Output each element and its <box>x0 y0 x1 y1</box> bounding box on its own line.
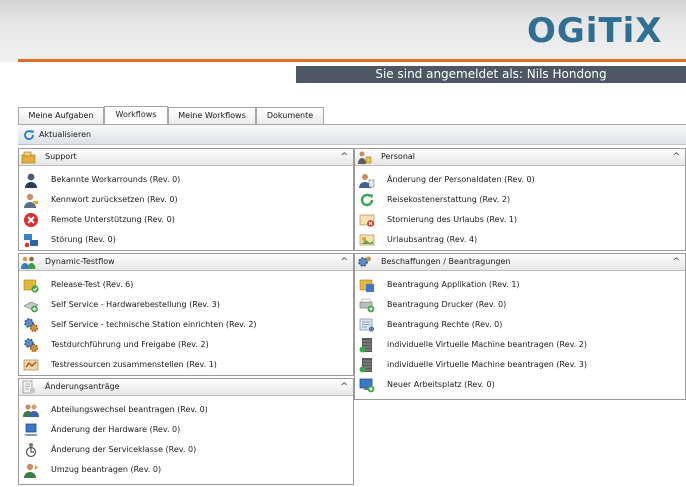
users-transfer-icon <box>23 402 39 418</box>
workstation-add-icon <box>359 377 375 393</box>
service-class-icon <box>23 442 39 458</box>
header-accent-rule <box>18 59 686 62</box>
panel-header-personal[interactable]: Personal ^ <box>355 149 685 166</box>
application-request-icon <box>359 277 375 293</box>
user-move-icon <box>23 462 39 478</box>
collapse-icon[interactable]: ^ <box>672 149 680 165</box>
panel-beschaffungen: Beschaffungen / Beantragungen ^ Beantrag… <box>354 253 686 400</box>
gears-icon <box>23 317 39 333</box>
user-key-icon <box>23 192 39 208</box>
login-status-bar: Sie sind angemeldet als: Nils Hondong <box>296 66 686 83</box>
refresh-icon <box>23 129 35 141</box>
server-stack-icon <box>359 357 375 373</box>
panel-header-beschaffungen[interactable]: Beschaffungen / Beantragungen ^ <box>355 254 685 271</box>
laptop-icon <box>23 422 39 438</box>
panel-aenderungsantraege: Änderungsanträge ^ Abteilungswechsel bea… <box>18 378 354 485</box>
rights-request-icon <box>359 317 375 333</box>
refresh-label: Aktualisieren <box>39 130 92 139</box>
refund-icon <box>359 192 375 208</box>
collapse-icon[interactable]: ^ <box>340 149 348 165</box>
vacation-request-icon <box>359 232 375 248</box>
network-issue-icon <box>23 232 39 248</box>
panel-personal: Personal ^ Änderung der Personaldaten (R… <box>354 148 686 251</box>
ogitix-logo: OGiTiX <box>527 12 663 50</box>
panel-title: Beschaffungen / Beantragungen <box>381 257 511 266</box>
personnel-icon <box>357 150 372 164</box>
resources-icon <box>23 357 39 373</box>
panel-dynamic-testflow: Dynamic-Testflow ^ Release-Test (Rev. 6)… <box>18 253 354 376</box>
vacation-cancel-icon <box>359 212 375 228</box>
app-header: OGiTiX <box>0 0 686 62</box>
printer-add-icon <box>359 297 375 313</box>
folder-box-icon <box>21 150 36 164</box>
folder-check-icon <box>23 277 39 293</box>
collapse-icon[interactable]: ^ <box>340 254 348 270</box>
tab-meine-aufgaben[interactable]: Meine Aufgaben <box>18 107 104 124</box>
tab-meine-workflows[interactable]: Meine Workflows <box>168 107 256 124</box>
panel-title: Support <box>45 152 77 161</box>
remote-error-icon <box>23 212 39 228</box>
user-agent-icon <box>23 172 39 188</box>
document-change-icon <box>21 380 36 394</box>
server-stack-icon <box>359 337 375 353</box>
toolbar: Aktualisieren <box>18 125 686 145</box>
panel-title: Personal <box>381 152 416 161</box>
panel-header-aenderungsantraege[interactable]: Änderungsanträge ^ <box>19 379 353 396</box>
user-data-icon <box>359 172 375 188</box>
hardware-order-icon <box>23 297 39 313</box>
people-group-icon <box>21 255 36 269</box>
procurement-icon <box>357 255 372 269</box>
collapse-icon[interactable]: ^ <box>672 254 680 270</box>
panel-support: Support ^ Bekannte Workarrounds (Rev. 0)… <box>18 148 354 251</box>
tab-workflows[interactable]: Workflows <box>104 106 168 125</box>
panel-title: Änderungsanträge <box>45 382 120 391</box>
gears-icon <box>23 337 39 353</box>
tab-dokumente[interactable]: Dokumente <box>256 107 324 124</box>
panel-header-dynamic-testflow[interactable]: Dynamic-Testflow ^ <box>19 254 353 271</box>
collapse-icon[interactable]: ^ <box>340 379 348 395</box>
panel-header-support[interactable]: Support ^ <box>19 149 353 166</box>
panel-title: Dynamic-Testflow <box>45 257 115 266</box>
